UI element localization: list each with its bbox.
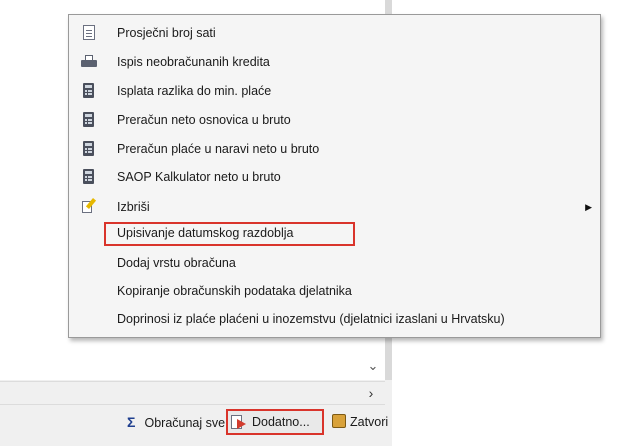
menu-item-label: Preračun plaće u naravi neto u bruto (117, 142, 320, 156)
calculator-icon (81, 140, 97, 158)
edit-icon (81, 198, 97, 216)
dodatno-icon (231, 414, 247, 430)
menu-item-doprinosi-iz-place[interactable]: Doprinosi iz plaće plaćeni u inozemstvu … (69, 307, 600, 331)
document-icon (81, 24, 97, 42)
zatvori-label: Zatvori (350, 415, 389, 429)
menu-item-label: Izbriši (117, 200, 150, 214)
highlight-box (104, 222, 355, 246)
zatvori-button[interactable]: Zatvori (332, 410, 388, 434)
menu-item-label: SAOP Kalkulator neto u bruto (117, 170, 281, 184)
menu-item-label: Dodaj vrstu obračuna (117, 256, 236, 270)
menu-item-saop-kalkulator[interactable]: SAOP Kalkulator neto u bruto (69, 165, 600, 189)
menu-item-label: Isplata razlika do min. plaće (117, 84, 272, 98)
menu-item-preracun-neto-osnovica[interactable]: Preračun neto osnovica u bruto (69, 108, 600, 132)
obracunaj-sve-label: Obračunaj sve (144, 416, 226, 430)
menu-item-label: Kopiranje obračunskih podataka djelatnik… (117, 284, 352, 298)
scroll-right-arrow[interactable]: › (361, 382, 381, 404)
printer-icon (81, 53, 97, 71)
calculator-icon (81, 168, 97, 186)
scroll-down-arrow[interactable]: ⌄ (362, 355, 384, 377)
menu-item-kopiranje-obracunskih-podataka[interactable]: Kopiranje obračunskih podataka djelatnik… (69, 279, 600, 303)
context-menu: Prosječni broj sati Ispis neobračunanih … (68, 14, 601, 338)
menu-item-ispis-neobracunanih-kredita[interactable]: Ispis neobračunanih kredita (69, 50, 600, 74)
close-book-icon (332, 414, 346, 428)
submenu-arrow-icon: ▶ (585, 202, 592, 212)
menu-item-label: Doprinosi iz plaće plaćeni u inozemstvu … (117, 312, 505, 326)
menu-item-izbrisi[interactable]: Izbriši ▶ (69, 195, 600, 219)
calculator-icon (81, 82, 97, 100)
menu-item-label: Prosječni broj sati (117, 26, 216, 40)
horizontal-scrollbar[interactable]: › (0, 381, 385, 405)
calculator-icon (81, 111, 97, 129)
menu-item-preracun-place-u-naravi[interactable]: Preračun plaće u naravi neto u bruto (69, 137, 600, 161)
obracunaj-sve-button[interactable]: Σ Obračunaj sve (127, 410, 225, 434)
menu-item-dodaj-vrstu-obracuna[interactable]: Dodaj vrstu obračuna (69, 251, 600, 275)
menu-item-isplata-razlika[interactable]: Isplata razlika do min. plaće (69, 79, 600, 103)
sigma-icon: Σ (127, 414, 136, 430)
menu-item-label: Ispis neobračunanih kredita (117, 55, 270, 69)
menu-item-label: Preračun neto osnovica u bruto (117, 113, 291, 127)
dodatno-label: Dodatno... (252, 415, 310, 429)
dodatno-button[interactable]: Dodatno... (226, 409, 324, 435)
menu-item-prosjecni-broj-sati[interactable]: Prosječni broj sati (69, 21, 600, 45)
